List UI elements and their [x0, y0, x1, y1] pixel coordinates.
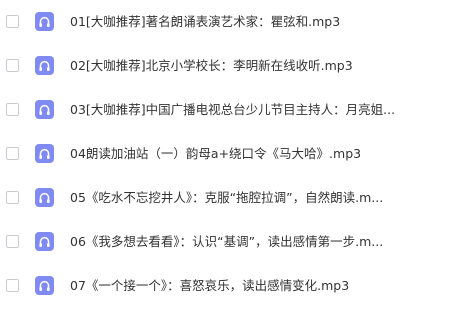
audio-file-icon	[35, 144, 54, 163]
select-checkbox[interactable]	[6, 235, 19, 248]
audio-file-icon	[35, 232, 54, 251]
file-name: 04朗读加油站（一）韵母a+绕口令《马大哈》.mp3	[70, 146, 362, 161]
file-name: 05《吃水不忘挖井人》：克服“拖腔拉调”，自然朗读.m...	[70, 190, 384, 205]
audio-file-icon	[35, 188, 54, 207]
select-checkbox[interactable]	[6, 15, 19, 28]
audio-file-icon	[35, 100, 54, 119]
file-row-4[interactable]: 04朗读加油站（一）韵母a+绕口令《马大哈》.mp3	[0, 132, 461, 176]
file-row-6[interactable]: 06《我多想去看看》：认识“基调”，读出感情第一步.m...	[0, 220, 461, 264]
file-name: 06《我多想去看看》：认识“基调”，读出感情第一步.m...	[70, 234, 384, 249]
file-row-2[interactable]: 02[大咖推荐]北京小学校长：李明新在线收听.mp3	[0, 44, 461, 88]
audio-file-icon	[35, 56, 54, 75]
select-checkbox[interactable]	[6, 103, 19, 116]
audio-file-icon	[35, 12, 54, 31]
file-name: 03[大咖推荐]中国广播电视总台少儿节目主持人：月亮姐...	[70, 102, 396, 117]
audio-file-icon	[35, 276, 54, 295]
file-row-7[interactable]: 07《一个接一个》：喜怒哀乐，读出感情变化.mp3	[0, 264, 461, 308]
file-row-3[interactable]: 03[大咖推荐]中国广播电视总台少儿节目主持人：月亮姐...	[0, 88, 461, 132]
file-name: 02[大咖推荐]北京小学校长：李明新在线收听.mp3	[70, 58, 353, 73]
file-list: 01[大咖推荐]著名朗诵表演艺术家：瞿弦和.mp3 02[大咖推荐]北京小学校长…	[0, 0, 461, 308]
select-checkbox[interactable]	[6, 279, 19, 292]
select-checkbox[interactable]	[6, 191, 19, 204]
file-name: 07《一个接一个》：喜怒哀乐，读出感情变化.mp3	[70, 278, 350, 293]
select-checkbox[interactable]	[6, 147, 19, 160]
file-row-1[interactable]: 01[大咖推荐]著名朗诵表演艺术家：瞿弦和.mp3	[0, 0, 461, 44]
select-checkbox[interactable]	[6, 59, 19, 72]
file-row-5[interactable]: 05《吃水不忘挖井人》：克服“拖腔拉调”，自然朗读.m...	[0, 176, 461, 220]
file-name: 01[大咖推荐]著名朗诵表演艺术家：瞿弦和.mp3	[70, 14, 341, 29]
